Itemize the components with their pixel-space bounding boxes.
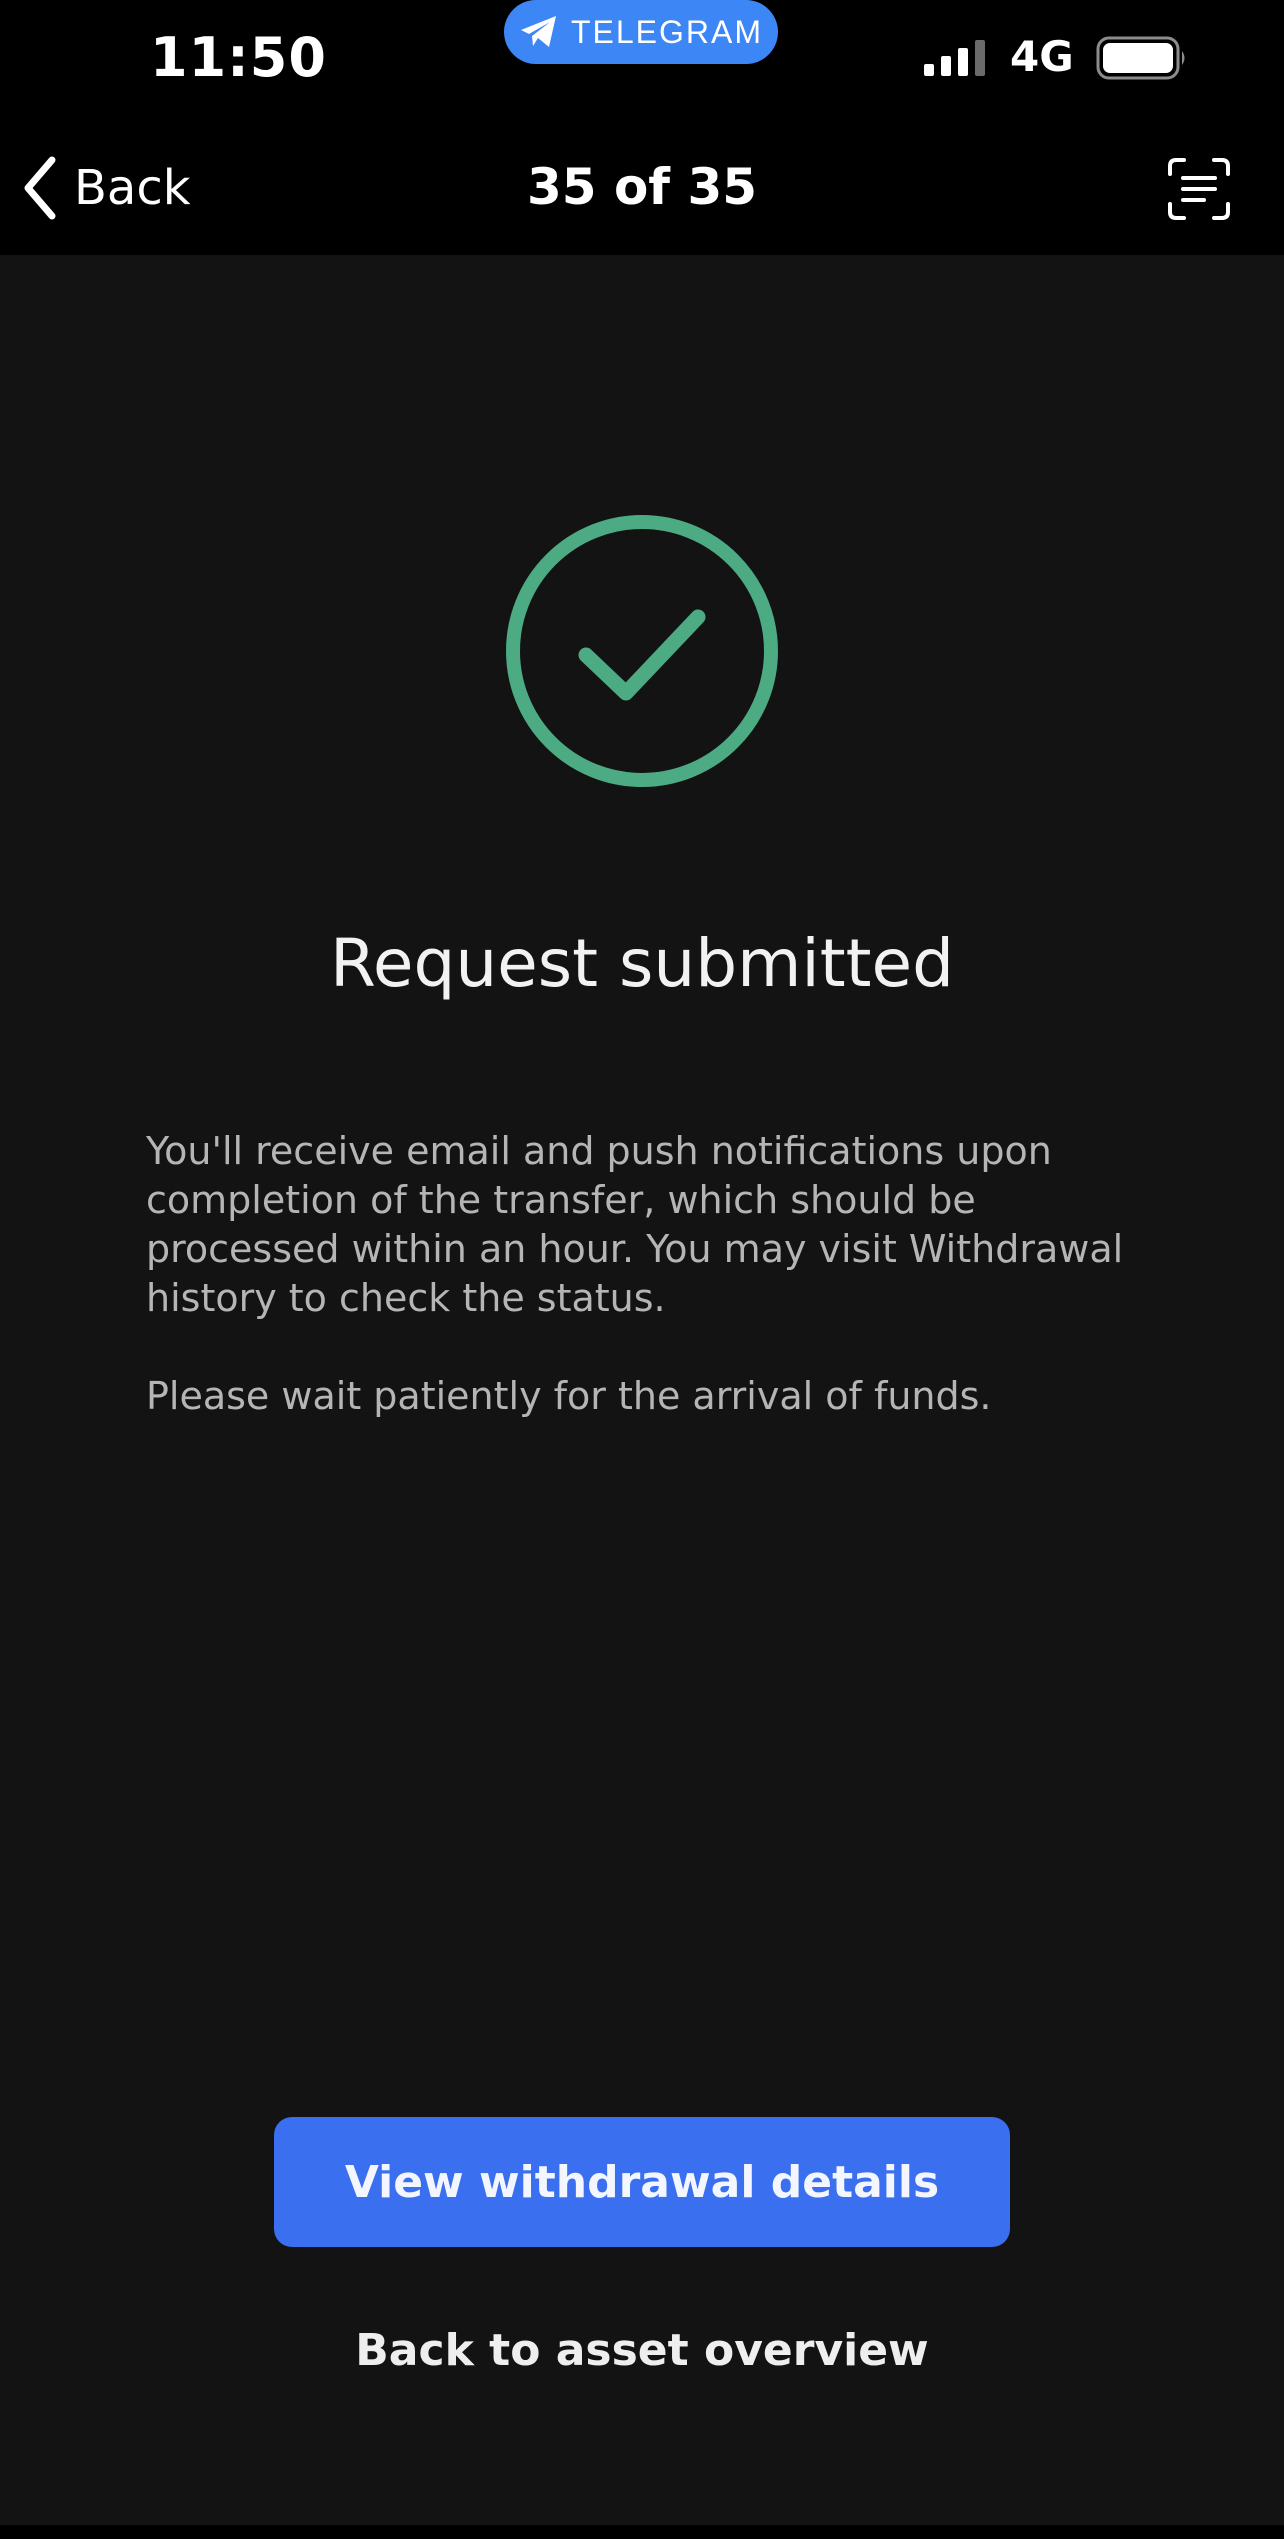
description-line: processed within an hour. You may visit … [146, 1227, 1124, 1271]
network-type: 4G [1010, 32, 1074, 81]
page-counter-title: 35 of 35 [526, 158, 758, 216]
status-bar: 11:50 TELEGRAM 4G [0, 0, 1284, 120]
withdrawal-confirmation-screen: Request submitted You'll receive email a… [0, 255, 1284, 2525]
status-time: 11:50 [150, 26, 327, 89]
telegram-return-pill[interactable]: TELEGRAM [504, 0, 778, 64]
telegram-plane-icon [519, 14, 559, 50]
battery-icon [1096, 36, 1185, 80]
scan-text-icon[interactable] [1166, 156, 1232, 222]
notification-description: You'll receive email and push notificati… [146, 1127, 1146, 1323]
description-line: history to check the status. [146, 1276, 666, 1320]
telegram-label: TELEGRAM [570, 13, 764, 50]
check-circle-icon [506, 515, 778, 787]
request-submitted-heading: Request submitted [329, 925, 955, 1002]
navigation-bar: Back 35 of 35 [0, 120, 1284, 255]
signal-bars-icon [924, 40, 985, 76]
view-withdrawal-details-button[interactable]: View withdrawal details [274, 2117, 1010, 2247]
description-line: completion of the transfer, which should… [146, 1178, 976, 1222]
description-line: You'll receive email and push notificati… [146, 1129, 1052, 1173]
wait-note: Please wait patiently for the arrival of… [146, 1374, 992, 1418]
back-to-asset-overview-link[interactable]: Back to asset overview [0, 2325, 1284, 2376]
bottom-edge [0, 2525, 1284, 2539]
